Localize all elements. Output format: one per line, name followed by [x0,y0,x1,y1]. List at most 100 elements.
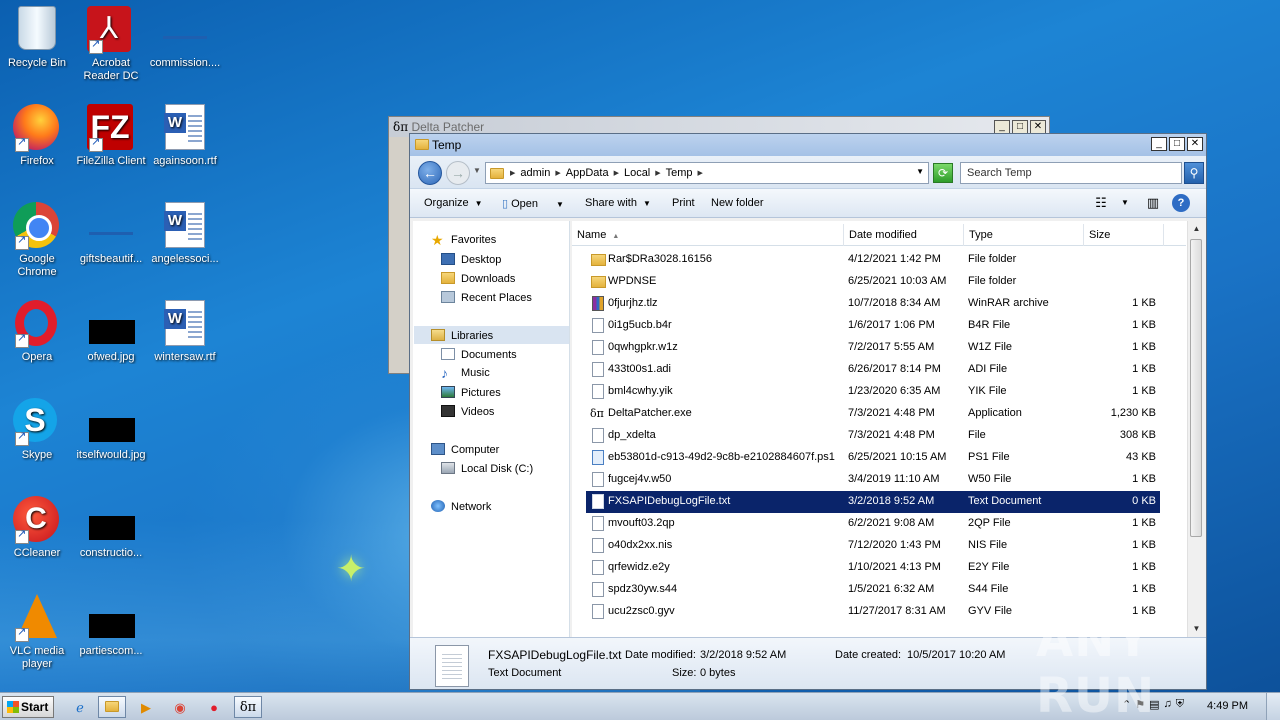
desktop-icon-giftsbeautif[interactable]: giftsbeautif... [74,202,148,266]
file-row[interactable]: δπ DeltaPatcher.exe 7/3/2021 4:48 PM Applic… [586,403,1160,425]
file-row[interactable]: Rar$DRa3028.16156 4/12/2021 1:42 PM File f… [586,249,1160,271]
opera-icon[interactable]: ● [200,696,228,718]
anyrun-watermark: ANY RUN [1036,612,1156,720]
forward-button[interactable]: → [446,161,470,185]
view-options-icon[interactable]: ☷ [1092,194,1110,212]
file-row[interactable]: mvouft03.2qp 6/2/2021 9:08 AM 2QP File 1 KB [586,513,1160,535]
nav-local-disk[interactable]: Local Disk (C:) [441,462,533,475]
search-button[interactable]: ⚲ [1184,162,1204,184]
desktop-icon-constructio[interactable]: constructio... [74,496,148,560]
file-row[interactable]: spdz30yw.s44 1/5/2021 6:32 AM S44 File 1 KB [586,579,1160,601]
nav-network[interactable]: Network [431,500,491,513]
column-header-type[interactable]: Type [964,224,1084,246]
help-icon[interactable]: ? [1172,194,1190,212]
desktop-icon-itselfwould[interactable]: itselfwould.jpg [74,398,148,462]
desktop-icon-filezilla[interactable]: FZ FileZilla Client [74,104,148,168]
file-row[interactable]: FXSAPIDebugLogFile.txt 3/2/2018 9:52 AM Te… [586,491,1160,513]
column-header-size[interactable]: Size [1084,224,1164,246]
nav-desktop[interactable]: Desktop [441,253,501,266]
preview-pane-icon[interactable]: ▥ [1144,194,1162,212]
breadcrumb-admin[interactable]: admin [515,167,555,179]
file-row[interactable]: bml4cwhy.yik 1/23/2020 6:35 AM YIK File 1 K… [586,381,1160,403]
nav-pictures[interactable]: Pictures [441,386,501,399]
address-bar[interactable]: ▶ admin ▶ AppData ▶ Local ▶ Temp ▶ ▼ [485,162,929,184]
close-button[interactable]: ✕ [1030,120,1046,134]
share-with-button[interactable]: Share with ▼ [585,197,651,209]
desktop-icon-againsoon[interactable]: W againsoon.rtf [148,104,222,168]
desktop-icon-vlc[interactable]: VLC media player [0,594,74,671]
desktop-icon-wintersaw[interactable]: W wintersaw.rtf [148,300,222,364]
nav-recent-places[interactable]: Recent Places [441,291,532,304]
column-header-date-modified[interactable]: Date modified [844,224,964,246]
media-player-icon[interactable]: ▶ [132,696,160,718]
chrome-icon[interactable]: ◉ [166,696,194,718]
file-row[interactable]: 0qwhgpkr.w1z 7/2/2017 5:55 AM W1Z File 1 KB [586,337,1160,359]
nav-music[interactable]: ♪ Music [441,366,490,380]
refresh-button[interactable]: ⟳ [933,163,953,183]
minimize-button[interactable]: _ [994,120,1010,134]
chevron-down-icon[interactable]: ▼ [916,167,924,176]
file-type: NIS File [968,539,1008,551]
desktop-icon-ccleaner[interactable]: C CCleaner [0,496,74,560]
delta-patcher-icon[interactable]: δπ [234,696,262,718]
file-row[interactable]: dp_xdelta 7/3/2021 4:48 PM File 308 KB [586,425,1160,447]
column-header-name[interactable]: Name ▲ [572,224,844,246]
recent-pages-dropdown[interactable]: ▼ [473,166,481,175]
explorer-window[interactable]: Temp _ □ ✕ ← → ▼ ▶ admin ▶ AppData ▶ Loc… [409,133,1207,690]
maximize-button[interactable]: □ [1169,137,1185,151]
nav-downloads[interactable]: Downloads [441,272,515,285]
desktop-icon-firefox[interactable]: Firefox [0,104,74,168]
explorer-icon[interactable] [98,696,126,718]
file-row[interactable]: qrfewidz.e2y 1/10/2021 4:13 PM E2Y File 1 K… [586,557,1160,579]
open-button[interactable]: ▯ Open ▼ [502,197,564,210]
breadcrumb-appdata[interactable]: AppData [561,167,614,179]
file-row[interactable]: 0fjurjhz.tlz 10/7/2018 8:34 AM WinRAR arch… [586,293,1160,315]
file-date-modified: 7/3/2021 4:48 PM [848,429,935,441]
desktop-icon-partiescom[interactable]: partiescom... [74,594,148,658]
nav-favorites[interactable]: ★ Favorites [431,233,496,247]
file-icon [592,582,604,597]
file-date-modified: 6/26/2017 8:14 PM [848,363,941,375]
file-row[interactable]: 0i1g5ucb.b4r 1/6/2017 1:06 PM B4R File 1 KB [586,315,1160,337]
desktop-icon-commission[interactable]: commission.... [148,6,222,70]
print-button[interactable]: Print [672,197,695,209]
nav-videos[interactable]: Videos [441,405,494,418]
file-row[interactable]: o40dx2xx.nis 7/12/2020 1:43 PM NIS File 1 K… [586,535,1160,557]
file-type: File folder [968,253,1017,265]
desktop-icon-recycle-bin[interactable]: Recycle Bin [0,6,74,70]
file-row[interactable]: eb53801d-c913-49d2-9c8b-e2102884607f.ps1… [586,447,1160,469]
explorer-titlebar[interactable]: Temp _ □ ✕ [410,134,1206,156]
desktop-icon-skype[interactable]: S Skype [0,398,74,462]
file-row[interactable]: 433t00s1.adi 6/26/2017 8:14 PM ADI File 1 K… [586,359,1160,381]
file-row[interactable]: fugcej4v.w50 3/4/2019 11:10 AM W50 File 1 K… [586,469,1160,491]
nav-libraries[interactable]: Libraries [431,329,493,342]
minimize-button[interactable]: _ [1151,137,1167,151]
internet-explorer-icon[interactable]: ℯ [66,696,94,718]
file-type: E2Y File [968,561,1010,573]
scrollbar-thumb[interactable] [1190,239,1202,537]
search-input[interactable]: Search Temp [960,162,1182,184]
file-size: 1 KB [1132,561,1156,573]
folder-icon [490,167,504,179]
nav-computer[interactable]: Computer [431,443,499,456]
close-button[interactable]: ✕ [1187,137,1203,151]
breadcrumb-local[interactable]: Local [619,167,655,179]
file-row[interactable]: WPDNSE 6/25/2021 10:03 AM File folder [586,271,1160,293]
nav-documents[interactable]: Documents [441,348,517,361]
back-button[interactable]: ← [418,161,442,185]
scroll-up-icon[interactable]: ▲ [1188,221,1204,237]
start-button[interactable]: Start [2,696,54,718]
chevron-down-icon[interactable]: ▼ [1116,194,1134,212]
chevron-right-icon[interactable]: ▶ [698,169,703,177]
desktop-icon-chrome[interactable]: Google Chrome [0,202,74,279]
vertical-scrollbar[interactable]: ▲ ▼ [1187,221,1204,637]
breadcrumb-temp[interactable]: Temp [661,167,698,179]
new-folder-button[interactable]: New folder [711,197,764,209]
maximize-button[interactable]: □ [1012,120,1028,134]
desktop-icon-acrobat[interactable]: ⅄ Acrobat Reader DC [74,6,148,83]
desktop-icon-angelessoci[interactable]: W angelessoci... [148,202,222,266]
desktop-icon-opera[interactable]: Opera [0,300,74,364]
desktop-icon-ofwed[interactable]: ofwed.jpg [74,300,148,364]
details-date-created: 10/5/2017 10:20 AM [907,649,1006,661]
organize-button[interactable]: Organize ▼ [424,197,483,209]
